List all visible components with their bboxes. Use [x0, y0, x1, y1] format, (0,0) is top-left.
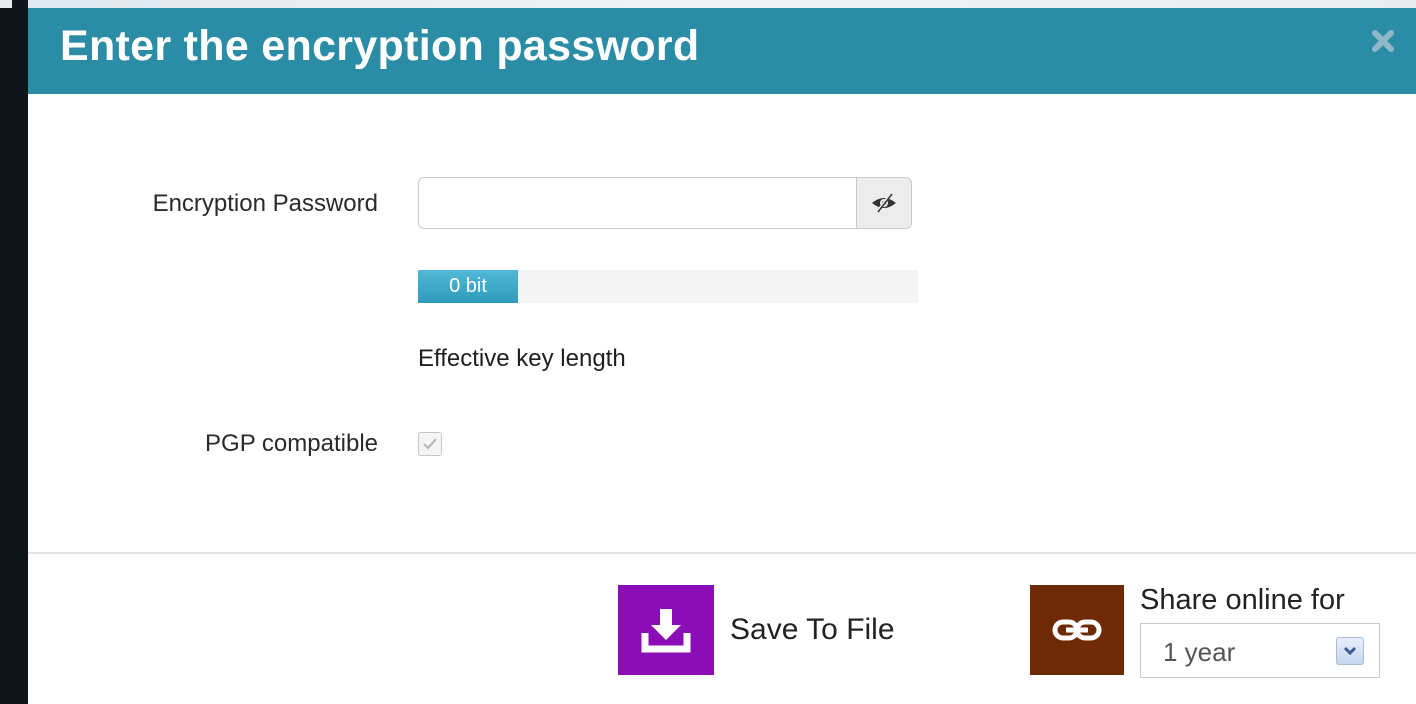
save-to-file-button[interactable]: Save To File	[618, 585, 918, 675]
encryption-password-dialog: Enter the encryption password Encryption…	[28, 8, 1416, 704]
password-input[interactable]	[418, 177, 856, 229]
share-duration-value: 1 year	[1163, 637, 1236, 667]
effective-key-length-label: Effective key length	[418, 345, 626, 372]
close-button[interactable]	[1368, 26, 1398, 56]
password-label: Encryption Password	[152, 190, 378, 217]
background-corner	[0, 0, 12, 8]
download-icon	[641, 609, 691, 653]
save-to-file-label: Save To File	[730, 613, 895, 646]
toggle-password-visibility-button[interactable]	[856, 177, 912, 229]
link-icon	[1052, 619, 1102, 641]
password-strength-fill: 0 bit	[418, 270, 518, 303]
share-online-label: Share online for	[1140, 584, 1345, 616]
save-icon-tile	[618, 585, 714, 675]
chevron-down-icon	[1343, 646, 1357, 656]
pgp-compatible-checkbox[interactable]	[418, 432, 442, 456]
footer-divider	[28, 552, 1416, 554]
pgp-compatible-label: PGP compatible	[205, 430, 378, 457]
eye-icon	[872, 193, 896, 213]
dialog-title: Enter the encryption password	[60, 22, 700, 70]
background-sidebar-strip	[0, 0, 28, 704]
dropdown-toggle[interactable]	[1336, 637, 1364, 665]
share-duration-select[interactable]: 1 year	[1140, 623, 1380, 678]
share-online-button[interactable]	[1030, 585, 1124, 675]
close-icon	[1372, 30, 1394, 52]
dialog-header: Enter the encryption password	[28, 8, 1416, 94]
checkmark-icon	[423, 438, 437, 450]
password-strength-meter: 0 bit	[418, 270, 918, 303]
